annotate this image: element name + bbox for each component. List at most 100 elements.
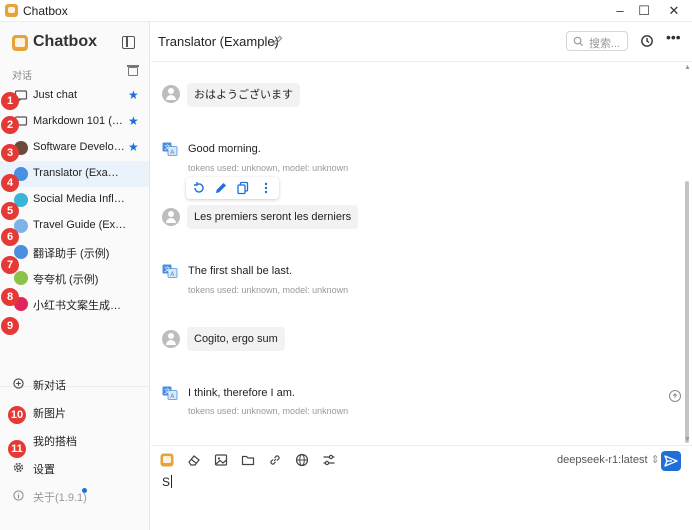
window-title: Chatbox bbox=[23, 4, 68, 18]
annotation-badge: 3 bbox=[1, 144, 19, 162]
chat-item-praise-machine[interactable]: 夸夸机 (示例) bbox=[0, 265, 149, 291]
maximize-button[interactable]: ☐ bbox=[630, 2, 658, 20]
title-bar: Chatbox – ☐ ✕ bbox=[0, 0, 692, 22]
link-icon[interactable] bbox=[268, 453, 282, 467]
assistant-message: I think, therefore I am. bbox=[188, 387, 295, 399]
translate-bot-icon: 文A bbox=[162, 386, 178, 400]
message-input-value: S bbox=[162, 475, 171, 489]
star-icon[interactable]: ★ bbox=[128, 140, 139, 154]
chat-item-label: Software Developer (Example) bbox=[33, 141, 127, 153]
send-button[interactable] bbox=[661, 451, 681, 471]
chat-item-label: Translator (Example) bbox=[33, 167, 127, 179]
sidebar-collapse-icon[interactable] bbox=[122, 36, 135, 49]
more-options-icon[interactable]: ••• bbox=[666, 29, 681, 45]
translate-bot-icon: 文A bbox=[162, 264, 178, 278]
star-icon[interactable]: ★ bbox=[128, 114, 139, 128]
chat-item-travel-guide[interactable]: Travel Guide (Example) bbox=[0, 213, 149, 239]
chevron-up-down-icon: ⇕ bbox=[650, 454, 660, 466]
annotation-badge: 1 bbox=[1, 92, 19, 110]
chatbox-logo-icon[interactable] bbox=[160, 453, 174, 467]
page-title: Translator (Example) bbox=[158, 34, 279, 49]
star-icon[interactable]: ★ bbox=[128, 88, 139, 102]
settings-button[interactable]: 设置 bbox=[0, 456, 149, 480]
message-meta: tokens used: unknown, model: unknown bbox=[188, 285, 349, 295]
eraser-icon[interactable] bbox=[187, 453, 201, 467]
model-name: deepseek-r1:latest bbox=[557, 454, 648, 466]
translator-avatar-icon bbox=[14, 245, 28, 259]
more-vertical-icon[interactable] bbox=[259, 181, 273, 195]
copy-icon[interactable] bbox=[236, 181, 250, 195]
new-chat-label: 新对话 bbox=[33, 380, 66, 392]
chat-item-software-developer[interactable]: Software Developer (Example) ★ bbox=[0, 135, 149, 161]
translate-bot-icon: 文A bbox=[162, 142, 178, 156]
annotation-badge: 11 bbox=[8, 440, 26, 458]
user-message: Les premiers seront les derniers bbox=[187, 205, 359, 229]
update-dot bbox=[82, 488, 87, 493]
scroll-to-bottom-icon[interactable] bbox=[669, 390, 681, 402]
new-image-label: 新图片 bbox=[33, 408, 66, 420]
text-caret bbox=[171, 475, 173, 488]
app-icon bbox=[5, 4, 18, 17]
folder-icon[interactable] bbox=[241, 453, 255, 467]
search-input[interactable]: 搜索... bbox=[566, 31, 628, 51]
scroll-down-arrow-icon[interactable]: ▼ bbox=[684, 436, 691, 443]
chat-item-label: 翻译助手 (示例) bbox=[33, 248, 110, 260]
message-meta: tokens used: unknown, model: unknown bbox=[188, 406, 349, 416]
history-icon[interactable] bbox=[640, 34, 654, 48]
user-avatar bbox=[162, 208, 180, 226]
message-action-bar bbox=[186, 177, 279, 199]
chat-item-translation-assistant[interactable]: 翻译助手 (示例) bbox=[0, 239, 149, 265]
close-button[interactable]: ✕ bbox=[660, 2, 688, 20]
chat-item-translator[interactable]: Translator (Example) bbox=[0, 161, 149, 187]
assistant-message: Good morning. bbox=[188, 143, 261, 155]
user-message: おはようございます bbox=[187, 83, 300, 107]
image-icon[interactable] bbox=[214, 453, 228, 467]
assistant-message: The first shall be last. bbox=[188, 265, 292, 277]
annotation-badge: 4 bbox=[1, 174, 19, 192]
regenerate-icon[interactable] bbox=[192, 181, 206, 195]
annotation-badge: 8 bbox=[1, 288, 19, 306]
user-avatar bbox=[162, 85, 180, 103]
annotation-badge: 6 bbox=[1, 228, 19, 246]
pencil-icon[interactable] bbox=[214, 181, 228, 195]
settings-label: 设置 bbox=[33, 464, 55, 476]
scroll-up-arrow-icon[interactable]: ▲ bbox=[684, 64, 691, 71]
message-input[interactable]: S bbox=[162, 475, 173, 489]
plus-circle-icon bbox=[13, 378, 24, 389]
scrollbar-thumb[interactable] bbox=[685, 181, 689, 443]
new-chat-button[interactable]: 新对话 bbox=[0, 372, 149, 396]
chat-item-label: Markdown 101 (Example) bbox=[33, 115, 127, 127]
send-icon bbox=[664, 455, 678, 467]
chat-item-label: Social Media Influencer (Example) bbox=[33, 193, 127, 205]
archive-icon[interactable] bbox=[127, 65, 139, 76]
chat-item-social-media[interactable]: Social Media Influencer (Example) bbox=[0, 187, 149, 213]
chat-header: Translator (Example) 搜索... ••• bbox=[151, 22, 692, 62]
annotation-badge: 7 bbox=[1, 256, 19, 274]
user-avatar bbox=[162, 330, 180, 348]
about-button[interactable]: 关于(1.9.1) bbox=[0, 484, 149, 508]
pencil-icon[interactable] bbox=[272, 35, 283, 46]
my-partners-label: 我的搭档 bbox=[33, 436, 77, 448]
chatbox-logo-icon bbox=[12, 35, 28, 51]
search-placeholder: 搜索... bbox=[589, 38, 621, 50]
chat-item-markdown-101[interactable]: Markdown 101 (Example) ★ bbox=[0, 109, 149, 135]
info-icon bbox=[13, 490, 24, 501]
chat-item-label: Travel Guide (Example) bbox=[33, 219, 127, 231]
brand-name: Chatbox bbox=[33, 33, 97, 50]
chat-item-label: Just chat bbox=[33, 89, 78, 101]
chat-item-just-chat[interactable]: Just chat ★ bbox=[0, 83, 149, 109]
annotation-badge: 9 bbox=[1, 317, 19, 335]
model-selector[interactable]: deepseek-r1:latest ⇕ bbox=[557, 453, 660, 466]
chat-item-xiaohongshu[interactable]: 小红书文案生成器 (示例) bbox=[0, 291, 149, 317]
section-label: 对话 bbox=[12, 71, 32, 82]
annotation-badge: 10 bbox=[8, 406, 26, 424]
about-label: 关于(1.9.1) bbox=[33, 492, 87, 504]
sliders-icon[interactable] bbox=[322, 453, 336, 467]
globe-icon[interactable] bbox=[295, 453, 309, 467]
user-message: Cogito, ergo sum bbox=[187, 327, 285, 351]
gear-icon bbox=[13, 462, 24, 473]
message-meta: tokens used: unknown, model: unknown bbox=[188, 163, 349, 173]
chat-item-label: 小红书文案生成器 (示例) bbox=[33, 300, 127, 312]
sidebar: Chatbox 对话 Just chat ★ Markdown 101 (Exa… bbox=[0, 22, 150, 530]
search-icon bbox=[573, 36, 584, 47]
